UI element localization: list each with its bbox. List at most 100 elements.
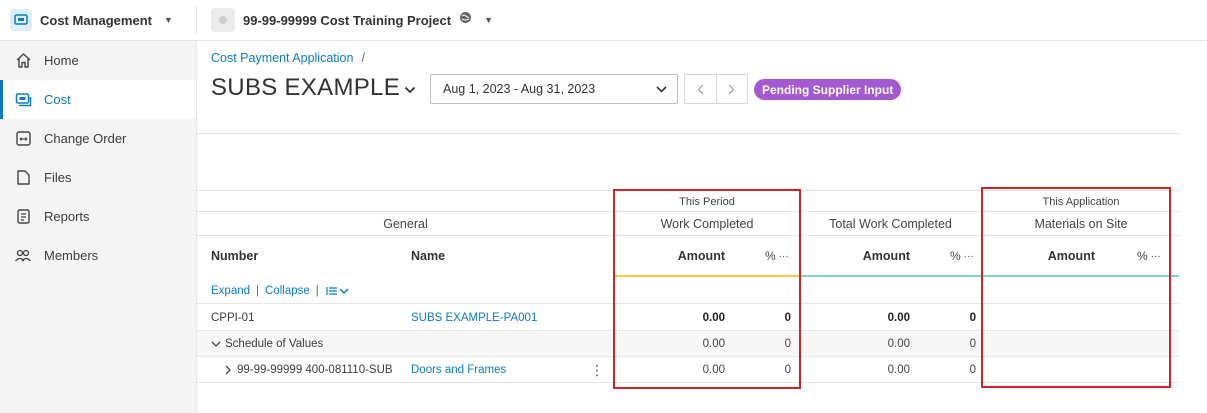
group-this-period: This Period: [679, 196, 735, 208]
cost-management-icon: [10, 9, 32, 31]
file-icon: [14, 169, 32, 187]
project-caret-icon: ▼: [484, 15, 494, 25]
col-header-pct[interactable]: % ···: [950, 246, 974, 266]
chevron-left-icon: [697, 84, 704, 94]
chevron-down-icon: [211, 341, 221, 347]
table-rule: [197, 303, 1179, 304]
sidebar-item-home[interactable]: Home: [0, 41, 196, 80]
breadcrumb-link[interactable]: Cost Payment Application: [211, 51, 353, 65]
row-wc-pct: 0: [784, 312, 791, 324]
globe-icon: [459, 11, 472, 29]
row-name-link[interactable]: SUBS EXAMPLE-PA001: [411, 309, 537, 327]
row-name-link[interactable]: Doors and Frames: [411, 361, 506, 379]
cost-icon: [14, 91, 32, 109]
members-icon: [14, 247, 32, 265]
col-header-amount[interactable]: Amount: [842, 246, 910, 266]
row-number: CPPI-01: [211, 312, 255, 324]
period-nav: [684, 74, 748, 104]
breadcrumb: Cost Payment Application /: [211, 51, 365, 65]
period-value: Aug 1, 2023 - Aug 31, 2023: [443, 82, 596, 96]
col-header-pct[interactable]: % ···: [765, 246, 789, 266]
row-twc-pct: 0: [969, 364, 976, 376]
sidebar-item-label: Cost: [44, 92, 71, 107]
sidebar: Home Cost Change Order Files Reports Mem…: [0, 41, 197, 413]
breadcrumb-separator: /: [361, 51, 365, 65]
row-kebab-menu-icon[interactable]: ⋮: [590, 361, 604, 379]
sidebar-item-label: Files: [44, 170, 72, 185]
table-rule: [197, 235, 1179, 236]
total-underline: [800, 275, 981, 277]
row-twc-pct: 0: [969, 312, 976, 324]
top-bar: Cost Management ▼ 99-99-99999 Cost Train…: [0, 0, 1207, 41]
collapse-link[interactable]: Collapse: [265, 285, 310, 297]
table-rule: [197, 190, 1179, 191]
row-twc-amount: 0.00: [887, 338, 910, 350]
group-options-icon[interactable]: [325, 285, 351, 297]
sidebar-item-members[interactable]: Members: [0, 236, 196, 275]
sidebar-item-label: Members: [44, 248, 99, 263]
next-period-button[interactable]: [717, 75, 748, 103]
row-wc-amount: 0.00: [702, 338, 725, 350]
page-title-text: SUBS EXAMPLE: [211, 74, 401, 101]
group-this-application: This Application: [1042, 196, 1120, 208]
payment-application-table: This Period This Application General Wor…: [197, 190, 1179, 384]
table-row-group[interactable]: Schedule of Values: [211, 335, 323, 353]
table-rule: [197, 211, 1179, 212]
expand-collapse-toolbar: Expand | Collapse |: [211, 282, 351, 300]
chevron-down-icon: [656, 82, 667, 96]
group-total-work-completed: Total Work Completed: [829, 217, 952, 231]
home-icon: [14, 52, 32, 70]
more-options-icon[interactable]: ···: [1151, 251, 1161, 262]
sidebar-item-change-order[interactable]: Change Order: [0, 119, 196, 158]
col-header-name[interactable]: Name: [411, 246, 445, 266]
row-twc-pct: 0: [969, 338, 976, 350]
app-title: Cost Management: [40, 12, 152, 28]
sidebar-item-label: Change Order: [44, 131, 127, 146]
row-wc-pct: 0: [784, 338, 791, 350]
col-header-amount[interactable]: Amount: [657, 246, 725, 266]
more-options-icon[interactable]: ···: [964, 251, 974, 262]
pct-label: %: [1137, 249, 1148, 263]
sidebar-item-label: Home: [44, 53, 79, 68]
this-period-underline: [614, 275, 800, 277]
pct-label: %: [765, 249, 776, 263]
change-order-icon: [14, 130, 32, 148]
row-twc-amount: 0.00: [887, 312, 910, 324]
row-number: Schedule of Values: [225, 338, 324, 350]
period-dropdown[interactable]: Aug 1, 2023 - Aug 31, 2023: [430, 74, 678, 104]
project-thumbnail-icon: [211, 8, 235, 32]
sidebar-item-reports[interactable]: Reports: [0, 197, 196, 236]
chevron-down-icon: [404, 81, 416, 99]
row-wc-amount: 0.00: [702, 364, 725, 376]
report-icon: [14, 208, 32, 226]
toolbar-divider: |: [256, 285, 260, 297]
row-twc-amount: 0.00: [887, 364, 910, 376]
application-underline: [981, 275, 1179, 277]
project-switcher[interactable]: 99-99-99999 Cost Training Project ▼: [211, 8, 493, 32]
col-header-amount[interactable]: Amount: [1027, 246, 1095, 266]
app-switcher[interactable]: Cost Management ▼: [10, 8, 173, 32]
topbar-divider: [196, 6, 197, 34]
chevron-right-icon: [225, 365, 231, 375]
more-options-icon[interactable]: ···: [779, 251, 789, 262]
project-title: 99-99-99999 Cost Training Project: [243, 12, 452, 28]
page-title[interactable]: SUBS EXAMPLE: [211, 74, 416, 102]
pct-label: %: [950, 249, 961, 263]
chevron-right-icon: [728, 84, 735, 94]
sidebar-item-label: Reports: [44, 209, 90, 224]
row-wc-amount: 0.00: [702, 312, 725, 324]
table-row-item[interactable]: 99-99-99999 400-081110-SUB: [225, 361, 393, 379]
toolbar-divider: |: [315, 285, 319, 297]
sidebar-item-cost[interactable]: Cost: [0, 80, 196, 119]
header-divider: [197, 133, 1179, 134]
expand-link[interactable]: Expand: [211, 285, 250, 297]
col-header-pct[interactable]: % ···: [1137, 246, 1161, 266]
col-header-number[interactable]: Number: [211, 246, 258, 266]
table-rule: [197, 356, 1179, 357]
group-general: General: [383, 217, 428, 231]
previous-period-button[interactable]: [685, 75, 717, 103]
group-materials-on-site: Materials on Site: [1034, 217, 1128, 231]
status-badge: Pending Supplier Input: [754, 79, 902, 100]
sidebar-item-files[interactable]: Files: [0, 158, 196, 197]
table-rule: [197, 382, 1179, 383]
